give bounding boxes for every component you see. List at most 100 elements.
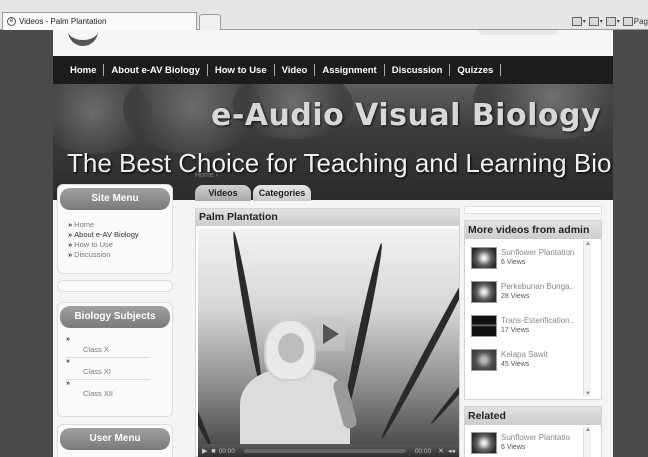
video-subject-face [278, 333, 304, 363]
breadcrumb-home[interactable]: Home [195, 172, 214, 179]
chevron-down-icon: ▾ [616, 18, 620, 25]
video-list-views: 45 Views [501, 361, 530, 368]
subject-item-label: Class XII [83, 389, 114, 398]
scroll-up-icon[interactable]: ▲ [585, 241, 591, 247]
site-menu-item-home[interactable]: » Home [68, 220, 172, 230]
video-list-title: Trans-Esterification.. [501, 316, 575, 325]
chevron-down-icon: ▾ [599, 18, 603, 25]
user-menu-panel: User Menu [57, 424, 173, 457]
video-panel: Palm Plantation ▶ ■ 00:00 00:00 ✕ ◂◂ [195, 208, 460, 457]
time-current: 00:00 [218, 447, 235, 455]
web-page: Home About e-AV Biology How to Use Video… [53, 30, 613, 457]
new-tab-button[interactable] [199, 14, 221, 30]
logo-strip [53, 30, 613, 56]
page-icon [622, 16, 633, 26]
stop-icon[interactable]: ■ [211, 448, 215, 455]
nav-assignment[interactable]: Assignment [315, 65, 383, 76]
site-logo[interactable] [68, 20, 98, 46]
play-button[interactable] [315, 317, 345, 351]
nav-divider [500, 64, 502, 76]
volume-icon[interactable]: ◂◂ [448, 447, 455, 455]
video-list-title: Perkebunan Bunga.. [501, 282, 574, 291]
biology-subjects-panel: Biology Subjects » Class X » Class XI » Cla… [57, 302, 173, 417]
subject-item-class-xi[interactable]: » Class XI [66, 358, 150, 380]
video-thumbnail [471, 349, 497, 371]
nav-how-to-use[interactable]: How to Use [208, 65, 274, 76]
video-title: Palm Plantation [196, 209, 459, 226]
nav-quizzes[interactable]: Quizzes [450, 65, 500, 76]
double-chevron-right-icon: » [68, 240, 73, 249]
site-menu-panel: Site Menu » Home » About e-AV Biology » How… [57, 184, 173, 274]
home-button[interactable]: ▾ [571, 16, 586, 26]
more-videos-heading: More videos from admin [465, 221, 601, 239]
more-videos-scrollbar[interactable]: ▲ ▼ [583, 241, 591, 397]
biology-subjects-heading: Biology Subjects [60, 306, 170, 328]
video-list-item[interactable]: Sunflower Plantation 6 Views [469, 245, 581, 275]
command-bar: ▾ ▾ ▾ Pag [571, 14, 648, 28]
video-list-item[interactable]: Perkebunan Bunga.. 28 Views [469, 279, 581, 309]
site-menu-item-label: Discussion [74, 250, 111, 259]
video-list-title: Sunflower Plantatio [501, 433, 570, 442]
video-list-views: 17 Views [501, 327, 530, 334]
scroll-down-icon[interactable]: ▼ [585, 391, 591, 397]
video-list-views: 6 Views [501, 444, 526, 451]
user-menu-heading[interactable]: User Menu [60, 428, 170, 450]
more-videos-panel: More videos from admin Sunflower Plantat… [464, 220, 602, 400]
related-scrollbar[interactable]: ▲ [583, 427, 591, 457]
print-button[interactable]: ▾ [605, 16, 620, 26]
video-list-views: 6 Views [501, 259, 526, 266]
home-icon [571, 16, 582, 26]
video-thumbnail [471, 315, 497, 337]
site-menu-item-discussion[interactable]: » Discussion [68, 250, 172, 260]
nav-home[interactable]: Home [63, 65, 103, 76]
video-thumbnail [471, 281, 497, 303]
double-chevron-right-icon: » [66, 358, 70, 365]
progress-bar[interactable] [243, 449, 406, 453]
sidebar-spacer-panel [57, 280, 173, 292]
video-list-title: Sunflower Plantation [501, 248, 575, 257]
scroll-up-icon[interactable]: ▲ [585, 427, 591, 433]
site-menu-heading: Site Menu [60, 188, 170, 210]
double-chevron-right-icon: » [66, 336, 70, 343]
page-menu-label: Pag [633, 16, 648, 26]
subject-item-class-xii[interactable]: » Class XII [66, 380, 150, 402]
logo-decoration [478, 30, 558, 35]
site-menu-item-label: About e-AV Biology [74, 230, 139, 239]
subject-item-label: Class XI [83, 367, 111, 376]
site-menu-item-about[interactable]: » About e-AV Biology [68, 230, 172, 240]
double-chevron-right-icon: » [68, 220, 73, 229]
nav-video[interactable]: Video [275, 65, 315, 76]
chevron-down-icon: ▾ [582, 18, 586, 25]
double-chevron-right-icon: » [68, 230, 73, 239]
video-player[interactable]: ▶ ■ 00:00 00:00 ✕ ◂◂ [198, 229, 459, 457]
header-banner: e-Audio Visual Biology The Best Choice f… [53, 84, 613, 200]
subject-item-class-x[interactable]: » Class X [66, 336, 150, 358]
nav-about[interactable]: About e-AV Biology [104, 65, 206, 76]
play-icon [323, 324, 339, 344]
browser-tab[interactable]: e Videos - Palm Plantation [2, 12, 197, 30]
video-list-item[interactable]: Kelapa Sawit 45 Views [469, 347, 581, 377]
banner-title: e-Audio Visual Biology [210, 98, 601, 133]
site-menu-list: » Home » About e-AV Biology » How to Use » D… [58, 210, 172, 260]
play-icon[interactable]: ▶ [202, 447, 207, 455]
subjects-list: » Class X » Class XI » Class XII [58, 328, 172, 402]
video-list-item[interactable]: Trans-Esterification.. 17 Views [469, 313, 581, 343]
right-top-strip [464, 206, 602, 214]
fullscreen-icon[interactable]: ✕ [438, 447, 444, 455]
nav-discussion[interactable]: Discussion [385, 65, 450, 76]
site-menu-item-label: How to Use [74, 240, 113, 249]
site-menu-item-how-to-use[interactable]: » How to Use [68, 240, 172, 250]
tab-categories[interactable]: Categories [253, 185, 311, 201]
tab-videos[interactable]: Videos [195, 185, 251, 201]
double-chevron-right-icon: » [66, 380, 70, 387]
page-menu[interactable]: Pag [622, 16, 648, 26]
video-thumbnail [471, 432, 497, 454]
main-nav: Home About e-AV Biology How to Use Video… [53, 56, 613, 84]
double-chevron-right-icon: » [68, 250, 73, 259]
feeds-icon [588, 16, 599, 26]
video-list-views: 28 Views [501, 293, 530, 300]
print-icon [605, 16, 616, 26]
video-list-title: Kelapa Sawit [501, 350, 548, 359]
feeds-button[interactable]: ▾ [588, 16, 603, 26]
video-list-item[interactable]: Sunflower Plantatio 6 Views [469, 430, 581, 457]
